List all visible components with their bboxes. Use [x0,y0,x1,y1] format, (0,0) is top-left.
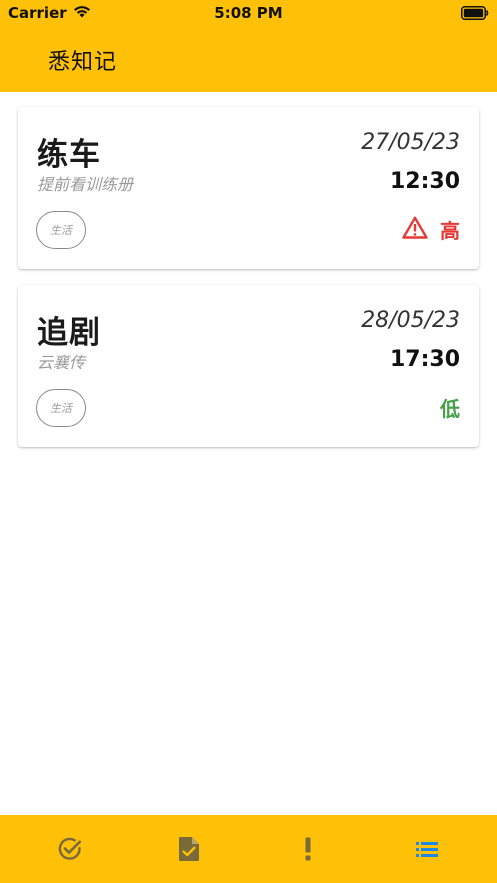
nav-completed-button[interactable] [35,824,105,874]
priority-indicator: 低 [440,393,460,422]
category-tag[interactable]: 生活 [36,211,86,249]
page-title: 悉知记 [48,50,118,75]
task-document-icon [178,836,200,862]
warning-triangle-icon [402,216,428,244]
list-icon [415,840,439,858]
app-root: Carrier 5:08 PM 悉知记 练车 提前看训练册 27/05/23 1… [0,0,497,883]
priority-label: 高 [440,219,460,243]
task-date: 28/05/23 [361,308,460,333]
task-title: 追剧 [37,315,101,351]
exclamation-icon [304,837,312,861]
task-time: 12:30 [389,169,460,194]
top-bar: Carrier 5:08 PM 悉知记 [0,0,497,92]
bottom-navigation [0,815,497,883]
battery-icon [461,6,489,20]
task-list: 练车 提前看训练册 27/05/23 12:30 生活 高 追剧 云襄传 28/… [18,107,479,463]
status-bar: Carrier 5:08 PM [0,0,497,26]
nav-all-button[interactable] [392,824,462,874]
task-subtitle: 提前看训练册 [37,175,134,194]
task-date: 27/05/23 [361,130,460,155]
task-time: 17:30 [389,347,460,372]
status-time: 5:08 PM [214,4,283,22]
task-title: 练车 [37,137,101,173]
category-tag[interactable]: 生活 [36,389,86,427]
priority-label: 低 [440,397,460,421]
task-subtitle: 云襄传 [37,353,86,372]
task-card[interactable]: 练车 提前看训练册 27/05/23 12:30 生活 高 [18,107,479,269]
nav-task-button[interactable] [154,824,224,874]
priority-indicator: 高 [402,215,460,244]
check-circle-icon [57,836,83,862]
task-card[interactable]: 追剧 云襄传 28/05/23 17:30 生活 低 [18,285,479,447]
nav-important-button[interactable] [273,824,343,874]
